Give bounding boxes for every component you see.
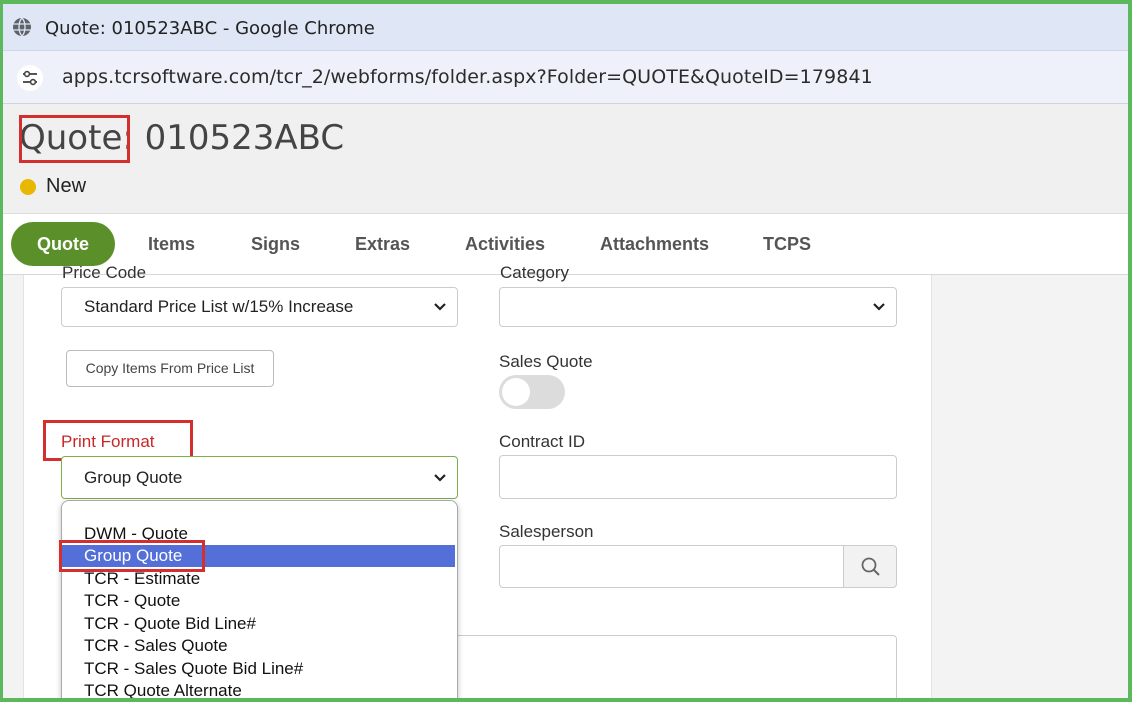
print-format-select[interactable]: Group Quote bbox=[61, 456, 458, 499]
tab-tcps[interactable]: TCPS bbox=[763, 222, 811, 266]
salesperson-input[interactable] bbox=[499, 545, 845, 588]
chevron-down-icon bbox=[873, 303, 885, 311]
category-label: Category bbox=[500, 263, 569, 282]
price-code-value: Standard Price List w/15% Increase bbox=[84, 297, 354, 316]
price-code-label: Price Code bbox=[62, 263, 147, 282]
tab-signs[interactable]: Signs bbox=[251, 222, 300, 266]
dropdown-option[interactable]: TCR - Sales Quote bbox=[62, 635, 455, 657]
window-title-bar: Quote: 010523ABC - Google Chrome bbox=[3, 4, 1128, 51]
dropdown-option[interactable]: TCR - Sales Quote Bid Line# bbox=[62, 658, 455, 680]
page-title-label: Quote: bbox=[19, 118, 134, 158]
print-format-label: Print Format bbox=[61, 432, 155, 451]
contract-id-input[interactable] bbox=[499, 455, 897, 499]
status-text: New bbox=[46, 175, 87, 197]
sales-quote-label: Sales Quote bbox=[499, 352, 593, 371]
salesperson-search-button[interactable] bbox=[843, 545, 897, 588]
dropdown-option[interactable]: TCR - Quote Bid Line# bbox=[62, 613, 455, 635]
chevron-down-icon bbox=[434, 474, 446, 482]
tab-items[interactable]: Items bbox=[148, 222, 195, 266]
address-bar[interactable]: apps.tcrsoftware.com/tcr_2/webforms/fold… bbox=[3, 51, 1128, 104]
dropdown-option[interactable]: TCR - Estimate bbox=[62, 568, 455, 590]
tab-quote[interactable]: Quote bbox=[11, 222, 115, 266]
sales-quote-toggle[interactable] bbox=[499, 375, 565, 409]
dropdown-option[interactable]: TCR Quote Alternate bbox=[62, 680, 455, 698]
chevron-down-icon bbox=[434, 303, 446, 311]
window-title: Quote: 010523ABC - Google Chrome bbox=[45, 18, 375, 39]
dropdown-option[interactable]: DWM - Quote bbox=[62, 523, 455, 545]
tab-activities[interactable]: Activities bbox=[465, 222, 545, 266]
salesperson-label: Salesperson bbox=[499, 522, 594, 541]
print-format-value: Group Quote bbox=[84, 468, 183, 487]
category-select[interactable] bbox=[499, 287, 897, 327]
contract-id-label: Contract ID bbox=[499, 432, 585, 451]
copy-items-button[interactable]: Copy Items From Price List bbox=[66, 350, 274, 387]
content-area: Price Code Category Standard Price List … bbox=[3, 263, 1128, 698]
toggle-knob bbox=[502, 378, 530, 406]
site-settings-icon[interactable] bbox=[17, 65, 43, 91]
url-text[interactable]: apps.tcrsoftware.com/tcr_2/webforms/fold… bbox=[62, 66, 873, 88]
dropdown-option[interactable]: TCR - Quote bbox=[62, 590, 455, 612]
status-dot-icon bbox=[20, 179, 36, 195]
dropdown-option-selected[interactable]: Group Quote bbox=[62, 545, 455, 567]
print-format-dropdown[interactable]: DWM - Quote Group Quote TCR - Estimate T… bbox=[61, 500, 458, 698]
page-title: Quote: 010523ABC bbox=[19, 118, 344, 158]
page-title-value: 010523ABC bbox=[133, 118, 345, 158]
tab-attachments[interactable]: Attachments bbox=[600, 222, 709, 266]
notes-textarea[interactable] bbox=[447, 635, 897, 698]
page-header: Quote: 010523ABC New bbox=[3, 104, 1128, 214]
browser-window: Quote: 010523ABC - Google Chrome apps.tc… bbox=[0, 0, 1132, 702]
globe-icon bbox=[13, 17, 31, 37]
tab-extras[interactable]: Extras bbox=[355, 222, 410, 266]
price-code-select[interactable]: Standard Price List w/15% Increase bbox=[61, 287, 458, 327]
search-icon bbox=[861, 557, 880, 576]
